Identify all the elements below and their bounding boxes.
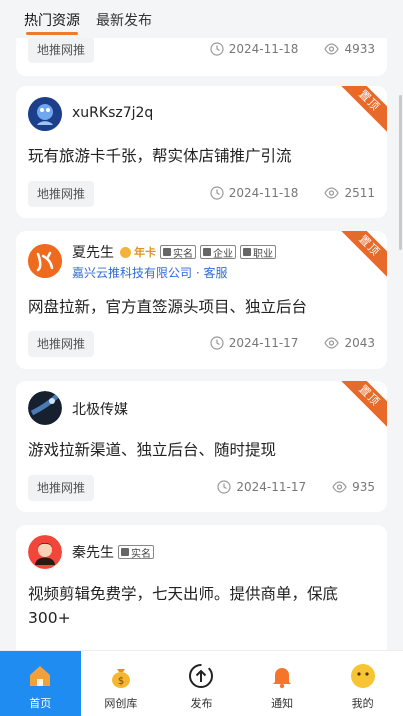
publish-icon bbox=[189, 664, 214, 688]
top-tab-bar: 热门资源 最新发布 bbox=[0, 0, 403, 38]
nav-label: 我的 bbox=[351, 697, 374, 710]
post-views: 2043 bbox=[344, 336, 375, 350]
post-date: 2024-11-18 bbox=[228, 42, 299, 56]
post-views: 935 bbox=[352, 480, 375, 494]
scrollbar[interactable] bbox=[399, 95, 402, 250]
money-bag-icon: $ bbox=[111, 669, 130, 688]
post-date: 2024-11-17 bbox=[228, 336, 299, 350]
post-card[interactable]: 置顶 xuRKsz7j2q 玩有旅游卡千张，帮实体店铺推广引流 地推网推 202… bbox=[16, 86, 387, 218]
clock-icon bbox=[210, 186, 224, 200]
home-icon bbox=[30, 666, 51, 686]
avatar[interactable] bbox=[28, 535, 62, 569]
post-date: 2024-11-18 bbox=[228, 186, 299, 200]
username[interactable]: 夏先生 bbox=[72, 242, 114, 262]
post-content[interactable]: 玩有旅游卡千张，帮实体店铺推广引流 bbox=[28, 144, 375, 168]
pinned-ribbon: 置顶 bbox=[334, 381, 387, 431]
eye-icon bbox=[324, 337, 340, 349]
nav-label: 发布 bbox=[190, 697, 213, 710]
post-card[interactable]: 置顶 夏先生 年卡 实名 企业 职业 嘉兴云推科技有限公司 · 客服 网盘拉新，… bbox=[16, 231, 387, 369]
nav-library[interactable]: $ 网创库 bbox=[81, 651, 162, 716]
crown-icon bbox=[120, 246, 131, 258]
eye-icon bbox=[324, 187, 340, 199]
username[interactable]: 北极传媒 bbox=[72, 399, 128, 419]
user-row: 秦先生 实名 bbox=[72, 542, 154, 562]
post-content[interactable]: 游戏拉新渠道、独立后台、随时提现 bbox=[28, 438, 375, 462]
post-date: 2024-11-17 bbox=[236, 480, 307, 494]
svg-text:$: $ bbox=[118, 676, 124, 687]
tab-hot-resources[interactable]: 热门资源 bbox=[24, 10, 80, 35]
nav-profile[interactable]: 我的 bbox=[322, 651, 403, 716]
post-views: 2511 bbox=[344, 186, 375, 200]
post-tag: 地推网推 bbox=[28, 475, 95, 501]
eye-icon bbox=[332, 481, 347, 493]
verified-profession-badge: 职业 bbox=[240, 245, 276, 260]
nav-label: 通知 bbox=[271, 697, 294, 710]
pinned-ribbon: 置顶 bbox=[334, 231, 387, 281]
verified-realname-badge: 实名 bbox=[118, 545, 154, 560]
tab-latest[interactable]: 最新发布 bbox=[96, 10, 152, 30]
post-views: 4933 bbox=[344, 42, 375, 56]
verified-realname-badge: 实名 bbox=[160, 245, 196, 260]
user-row: 夏先生 年卡 实名 企业 职业 bbox=[72, 242, 276, 262]
avatar[interactable] bbox=[28, 244, 62, 278]
post-tag: 地推网推 bbox=[28, 37, 95, 63]
nav-publish[interactable]: 发布 bbox=[161, 651, 242, 716]
nav-label: 首页 bbox=[29, 697, 52, 710]
post-meta: 2024-11-17 935 bbox=[217, 480, 375, 494]
bell-icon bbox=[273, 668, 292, 689]
company-link[interactable]: 嘉兴云推科技有限公司 · 客服 bbox=[72, 264, 227, 281]
person-icon bbox=[163, 248, 171, 256]
avatar[interactable] bbox=[28, 391, 62, 425]
avatar[interactable] bbox=[28, 97, 62, 131]
bottom-nav: 首页 $ 网创库 发布 通知 我的 bbox=[0, 650, 403, 716]
person-icon bbox=[121, 548, 129, 556]
clock-icon bbox=[210, 336, 224, 350]
eye-icon bbox=[324, 43, 340, 55]
clock-icon bbox=[217, 480, 231, 494]
smiley-icon bbox=[350, 664, 375, 688]
clock-icon bbox=[210, 42, 224, 56]
nav-label: 网创库 bbox=[104, 697, 138, 710]
post-meta: 2024-11-18 2511 bbox=[210, 186, 375, 200]
post-tag: 地推网推 bbox=[28, 181, 95, 207]
post-content[interactable]: 网盘拉新，官方直签源头项目、独立后台 bbox=[28, 295, 375, 319]
post-meta: 2024-11-18 4933 bbox=[210, 42, 375, 56]
username[interactable]: xuRKsz7j2q bbox=[72, 105, 153, 121]
verified-company-badge: 企业 bbox=[200, 245, 236, 260]
post-meta: 2024-11-17 2043 bbox=[210, 336, 375, 350]
post-content[interactable]: 视频剪辑免费学，七天出师。提供商单，保底300+ bbox=[28, 582, 375, 630]
post-card[interactable]: 置顶 北极传媒 游戏拉新渠道、独立后台、随时提现 地推网推 2024-11-17… bbox=[16, 381, 387, 512]
post-tag: 地推网推 bbox=[28, 331, 95, 357]
username[interactable]: 秦先生 bbox=[72, 542, 114, 562]
vip-badge: 年卡 bbox=[120, 244, 156, 260]
nav-notify[interactable]: 通知 bbox=[242, 651, 323, 716]
building-icon bbox=[203, 248, 211, 256]
nav-home[interactable]: 首页 bbox=[0, 651, 81, 716]
briefcase-icon bbox=[243, 248, 251, 256]
pinned-ribbon: 置顶 bbox=[334, 86, 387, 136]
